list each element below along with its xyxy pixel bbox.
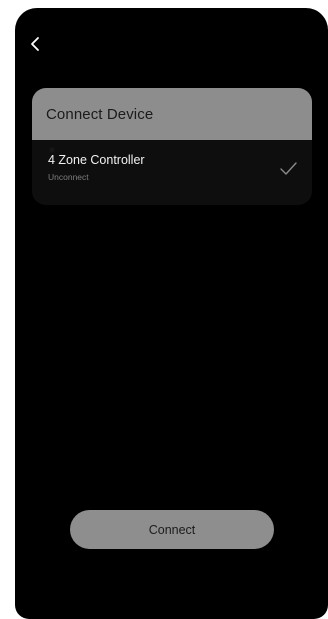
back-button[interactable] [29,30,57,58]
connect-button-label: Connect [148,522,196,537]
device-name: 4 Zone Controller [48,153,145,167]
checkmark-icon [278,158,298,178]
device-status: Unconnect [48,172,89,182]
card-title: Connect Device [46,105,154,123]
device-list-item[interactable]: 4 Zone Controller Unconnect [32,140,312,205]
connect-device-card: Connect Device 4 Zone Controller Unconne… [32,88,312,205]
card-header: Connect Device [32,88,312,140]
chevron-left-icon [29,36,41,52]
app-screen: Connect Device 4 Zone Controller Unconne… [15,8,328,619]
connect-button[interactable]: Connect [70,510,274,549]
